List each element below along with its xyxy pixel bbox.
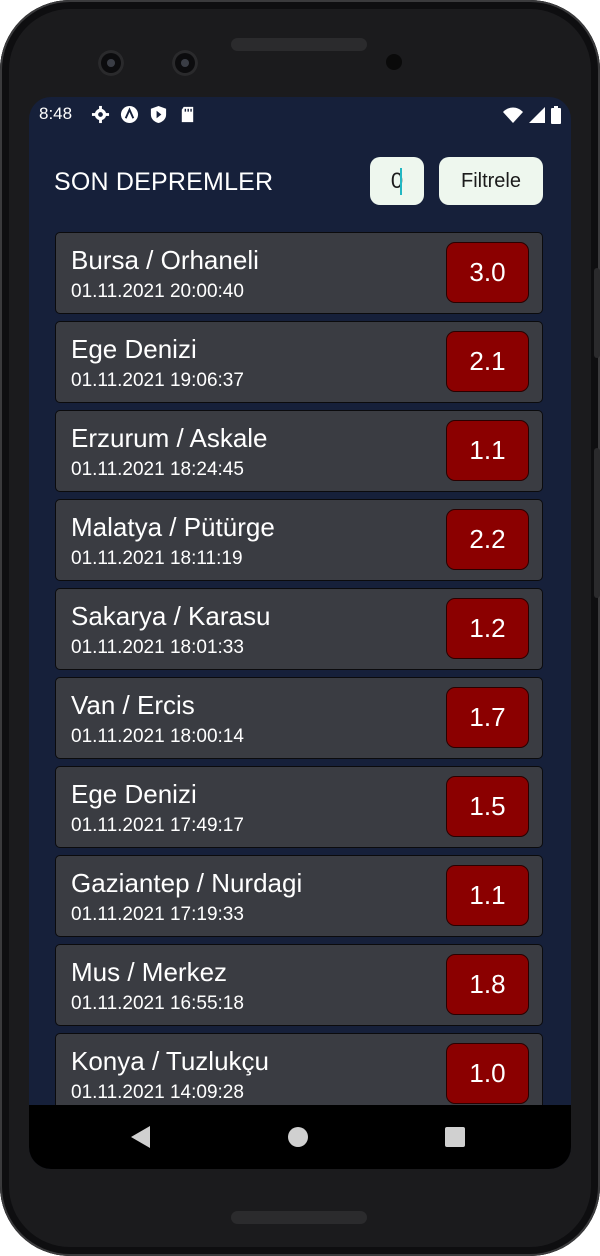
power-button <box>594 448 600 598</box>
magnitude-badge: 1.1 <box>446 420 529 481</box>
magnitude-badge: 1.7 <box>446 687 529 748</box>
list-item[interactable]: Gaziantep / Nurdagi 01.11.2021 17:19:33 … <box>55 855 543 937</box>
magnitude-badge: 1.8 <box>446 954 529 1015</box>
bottom-speaker <box>231 1211 367 1224</box>
page-title: SON DEPREMLER <box>54 168 274 196</box>
proximity-sensor <box>386 54 402 70</box>
header: SON DEPREMLER Filtrele <box>29 131 571 231</box>
magnitude-badge: 2.2 <box>446 509 529 570</box>
earthquake-location: Konya / Tuzlukçu <box>71 1046 269 1076</box>
volume-button <box>594 268 600 358</box>
navigation-bar <box>29 1105 571 1169</box>
sd-card-icon <box>178 105 197 124</box>
play-shield-icon <box>149 105 168 124</box>
wifi-icon <box>503 107 523 128</box>
battery-icon <box>551 106 561 129</box>
earthquake-location: Ege Denizi <box>71 779 197 809</box>
earthquake-datetime: 01.11.2021 18:01:33 <box>71 637 244 658</box>
status-bar: 8:48 <box>29 97 571 131</box>
phone-frame: 8:48 SON DEPREMLER 0 Filtrele Bursa / Or… <box>0 0 600 1256</box>
earthquake-location: Gaziantep / Nurdagi <box>71 868 303 898</box>
earthquake-datetime: 01.11.2021 14:09:28 <box>71 1082 244 1103</box>
magnitude-badge: 1.2 <box>446 598 529 659</box>
recents-icon[interactable] <box>445 1127 465 1147</box>
earthquake-location: Van / Ercis <box>71 690 195 720</box>
earthquake-datetime: 01.11.2021 18:11:19 <box>71 548 243 569</box>
list-item[interactable]: Van / Ercis 01.11.2021 18:00:14 1.7 <box>55 677 543 759</box>
vpn-icon <box>120 105 139 124</box>
earthquake-location: Mus / Merkez <box>71 957 228 987</box>
list-item[interactable]: Sakarya / Karasu 01.11.2021 18:01:33 1.2 <box>55 588 543 670</box>
list-item[interactable]: Bursa / Orhaneli 01.11.2021 20:00:40 3.0 <box>55 232 543 314</box>
magnitude-badge: 3.0 <box>446 242 529 303</box>
magnitude-badge: 1.0 <box>446 1043 529 1104</box>
earpiece-speaker <box>231 38 367 51</box>
home-icon[interactable] <box>288 1127 308 1147</box>
earthquake-datetime: 01.11.2021 17:49:17 <box>71 815 244 836</box>
screen: 8:48 SON DEPREMLER 0 Filtrele Bursa / Or… <box>29 97 571 1169</box>
earthquake-location: Ege Denizi <box>71 334 197 364</box>
list-item[interactable]: Malatya / Pütürge 01.11.2021 18:11:19 2.… <box>55 499 543 581</box>
text-cursor <box>400 168 402 195</box>
magnitude-badge: 1.5 <box>446 776 529 837</box>
gear-icon <box>91 105 110 124</box>
signal-icon <box>529 107 545 128</box>
earthquake-location: Malatya / Pütürge <box>71 512 275 542</box>
list-item[interactable]: Erzurum / Askale 01.11.2021 18:24:45 1.1 <box>55 410 543 492</box>
earthquake-location: Sakarya / Karasu <box>71 601 271 631</box>
earthquake-datetime: 01.11.2021 16:55:18 <box>71 993 244 1014</box>
filter-button[interactable]: Filtrele <box>439 157 543 205</box>
back-icon[interactable] <box>131 1126 150 1148</box>
list-item[interactable]: Mus / Merkez 01.11.2021 16:55:18 1.8 <box>55 944 543 1026</box>
front-camera-2 <box>172 50 198 76</box>
earthquake-location: Erzurum / Askale <box>71 423 268 453</box>
list-item[interactable]: Konya / Tuzlukçu 01.11.2021 14:09:28 1.0 <box>55 1033 543 1115</box>
earthquake-datetime: 01.11.2021 18:00:14 <box>71 726 244 747</box>
list-item[interactable]: Ege Denizi 01.11.2021 19:06:37 2.1 <box>55 321 543 403</box>
magnitude-badge: 2.1 <box>446 331 529 392</box>
status-time: 8:48 <box>39 104 73 123</box>
earthquake-datetime: 01.11.2021 20:00:40 <box>71 281 244 302</box>
front-camera <box>98 50 124 76</box>
magnitude-filter-input[interactable] <box>370 157 424 205</box>
magnitude-badge: 1.1 <box>446 865 529 926</box>
earthquake-location: Bursa / Orhaneli <box>71 245 259 275</box>
earthquake-datetime: 01.11.2021 19:06:37 <box>71 370 244 391</box>
list-item[interactable]: Ege Denizi 01.11.2021 17:49:17 1.5 <box>55 766 543 848</box>
earthquake-datetime: 01.11.2021 18:24:45 <box>71 459 244 480</box>
earthquake-datetime: 01.11.2021 17:19:33 <box>71 904 244 925</box>
